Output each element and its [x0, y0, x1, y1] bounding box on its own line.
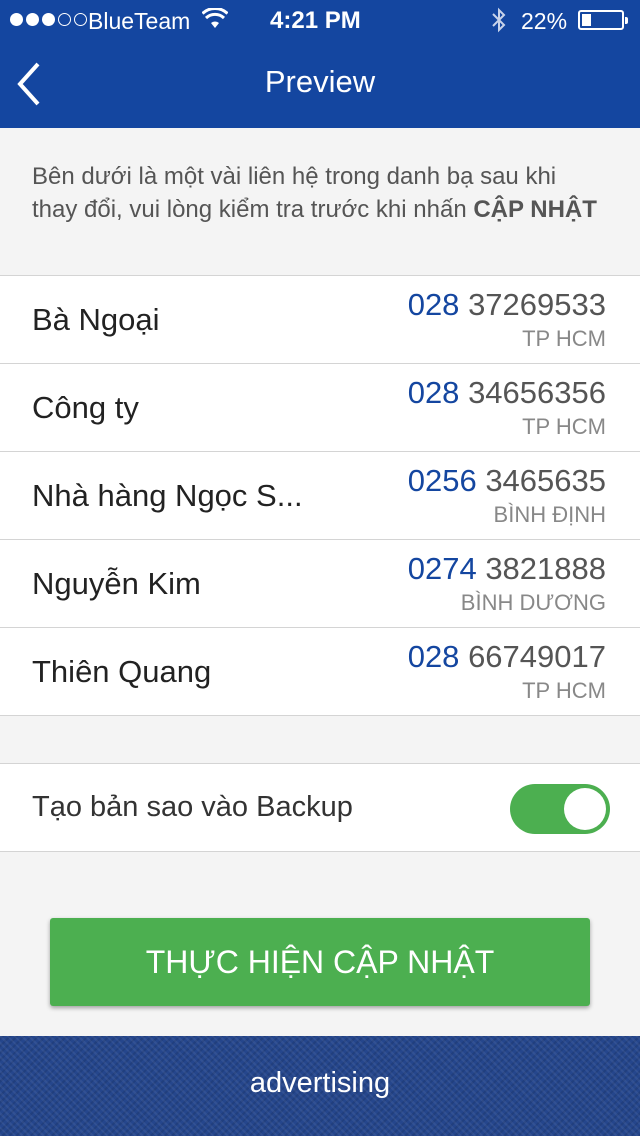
backup-row: Tạo bản sao vào Backup: [0, 763, 640, 852]
preview-description: Bên dưới là một vài liên hệ trong danh b…: [0, 128, 640, 276]
nav-bar: Preview: [0, 40, 640, 128]
contact-region: BÌNH ĐỊNH: [493, 502, 606, 527]
contact-name: Công ty: [32, 390, 139, 425]
backup-label: Tạo bản sao vào Backup: [32, 791, 353, 823]
contact-region: TP HCM: [522, 326, 606, 351]
contact-name: Nhà hàng Ngọc S...: [32, 478, 303, 513]
contact-region: TP HCM: [522, 678, 606, 703]
contact-region: TP HCM: [522, 414, 606, 439]
contact-row[interactable]: Công ty 028 34656356 TP HCM: [0, 364, 640, 452]
contact-row[interactable]: Nhà hàng Ngọc S... 0256 3465635 BÌNH ĐỊNH: [0, 452, 640, 540]
battery-icon: [578, 10, 628, 30]
contact-name: Nguyễn Kim: [32, 566, 201, 601]
phone-prefix: 028: [407, 639, 460, 674]
page-title: Preview: [264, 64, 376, 99]
contact-row[interactable]: Bà Ngoại 028 37269533 TP HCM: [0, 276, 640, 364]
ad-banner[interactable]: advertising: [0, 1036, 640, 1136]
contact-phone: 028 66749017: [408, 639, 606, 675]
phone-number: 34656356: [468, 375, 606, 410]
contact-region: BÌNH DƯƠNG: [460, 590, 606, 615]
status-time: 4:21 PM: [270, 7, 361, 34]
description-bold: CẬP NHẬT: [473, 196, 597, 223]
contact-phone: 028 37269533: [408, 287, 606, 323]
contact-phone: 0256 3465635: [408, 463, 606, 499]
update-button[interactable]: THỰC HIỆN CẬP NHẬT: [50, 918, 590, 1006]
phone-number: 37269533: [468, 287, 606, 322]
phone-prefix: 0256: [407, 463, 477, 498]
app-header: BlueTeam 4:21 PM 22% Preview: [0, 0, 640, 128]
contact-phone: 0274 3821888: [408, 551, 606, 587]
contact-phone: 028 34656356: [408, 375, 606, 411]
phone-number: 3465635: [485, 463, 606, 498]
ad-text: advertising: [249, 1067, 391, 1099]
wifi-icon: [202, 8, 228, 28]
phone-number: 66749017: [468, 639, 606, 674]
battery-percent: 22%: [521, 8, 568, 34]
phone-number: 3821888: [485, 551, 606, 586]
phone-prefix: 028: [407, 375, 460, 410]
toggle-knob: [564, 788, 606, 830]
backup-toggle[interactable]: [510, 784, 610, 834]
contact-row[interactable]: Thiên Quang 028 66749017 TP HCM: [0, 628, 640, 716]
contact-list: Bà Ngoại 028 37269533 TP HCM Công ty 028 346…: [0, 275, 640, 716]
carrier-name: BlueTeam: [88, 8, 191, 34]
contact-row[interactable]: Nguyễn Kim 0274 3821888 BÌNH DƯƠNG: [0, 540, 640, 628]
phone-prefix: 028: [407, 287, 460, 322]
contact-name: Thiên Quang: [32, 654, 212, 689]
status-bar: BlueTeam 4:21 PM 22%: [0, 0, 640, 40]
signal-strength-icon: [10, 13, 87, 26]
phone-prefix: 0274: [407, 551, 477, 586]
bluetooth-icon: [492, 7, 506, 33]
contact-name: Bà Ngoại: [32, 302, 160, 337]
